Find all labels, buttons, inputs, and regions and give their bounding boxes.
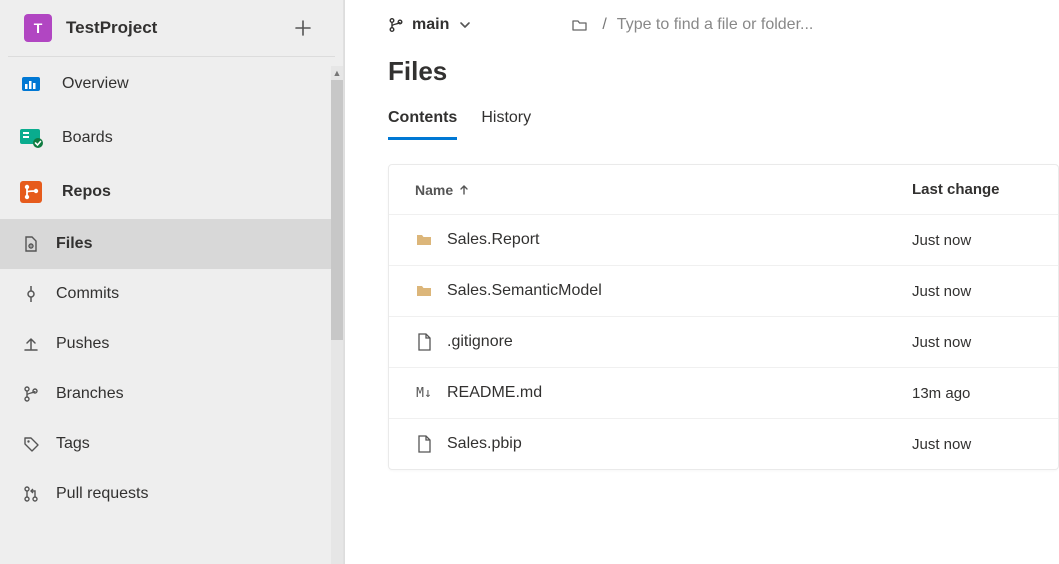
- subnav-files[interactable]: Files: [0, 219, 343, 269]
- tags-icon: [20, 433, 42, 455]
- breadcrumb-separator: /: [602, 16, 606, 34]
- main-content: main / Files Contents History Name Last …: [344, 0, 1059, 564]
- file-name: Sales.pbip: [447, 435, 522, 453]
- file-icon: [415, 333, 433, 351]
- subnav-branches[interactable]: Branches: [0, 369, 343, 419]
- tab-contents[interactable]: Contents: [388, 109, 457, 140]
- root-folder-icon[interactable]: [571, 17, 588, 34]
- file-last-change: Just now: [912, 232, 1032, 249]
- pull-requests-icon: [20, 483, 42, 505]
- branch-icon: [388, 17, 404, 33]
- file-row[interactable]: Sales.SemanticModel Just now: [389, 265, 1058, 316]
- file-last-change: Just now: [912, 436, 1032, 453]
- subnav-label: Tags: [56, 435, 90, 453]
- file-name: README.md: [447, 384, 542, 402]
- top-bar: main /: [344, 0, 1059, 34]
- files-icon: [20, 233, 42, 255]
- subnav-pushes[interactable]: Pushes: [0, 319, 343, 369]
- repos-subnav: Files Commits Pushes Branches Tags: [0, 219, 343, 519]
- file-row[interactable]: .gitignore Just now: [389, 316, 1058, 367]
- add-button[interactable]: [295, 20, 319, 36]
- file-icon: [415, 435, 433, 453]
- file-last-change: Just now: [912, 283, 1032, 300]
- repos-icon: [18, 179, 44, 205]
- file-name: Sales.Report: [447, 231, 540, 249]
- sidebar: T TestProject Overview Boards Repos Fi: [0, 0, 344, 564]
- file-row[interactable]: Sales.Report Just now: [389, 214, 1058, 265]
- folder-icon: [415, 231, 433, 249]
- pushes-icon: [20, 333, 42, 355]
- subnav-label: Commits: [56, 285, 119, 303]
- branch-selector[interactable]: main: [388, 16, 471, 34]
- nav-label: Boards: [62, 129, 113, 147]
- file-name: Sales.SemanticModel: [447, 282, 602, 300]
- file-table-header: Name Last change: [389, 165, 1058, 214]
- plus-icon: [295, 20, 319, 36]
- column-last-change-header[interactable]: Last change: [912, 181, 1032, 198]
- column-name-header[interactable]: Name: [415, 182, 912, 198]
- commits-icon: [20, 283, 42, 305]
- subnav-commits[interactable]: Commits: [0, 269, 343, 319]
- project-avatar: T: [24, 14, 52, 42]
- scrollbar-thumb[interactable]: [331, 80, 343, 340]
- sidebar-scrollbar[interactable]: ▲: [331, 66, 343, 564]
- project-header[interactable]: T TestProject: [8, 0, 335, 57]
- project-title: TestProject: [66, 18, 295, 38]
- file-row[interactable]: Sales.pbip Just now: [389, 418, 1058, 469]
- folder-icon: [415, 282, 433, 300]
- subnav-label: Branches: [56, 385, 124, 403]
- nav-boards[interactable]: Boards: [0, 111, 343, 165]
- file-table: Name Last change Sales.Report Just now: [388, 164, 1059, 470]
- nav-label: Overview: [62, 75, 129, 93]
- subnav-label: Pull requests: [56, 485, 149, 503]
- subnav-tags[interactable]: Tags: [0, 419, 343, 469]
- file-search-input[interactable]: [617, 16, 917, 34]
- branch-name: main: [412, 16, 449, 34]
- page-title: Files: [388, 56, 1059, 87]
- nav-label: Repos: [62, 183, 111, 201]
- sort-ascending-icon: [459, 185, 469, 195]
- overview-icon: [18, 71, 44, 97]
- file-name: .gitignore: [447, 333, 513, 351]
- subnav-pull-requests[interactable]: Pull requests: [0, 469, 343, 519]
- nav-repos[interactable]: Repos: [0, 165, 343, 219]
- content-tabs: Contents History: [388, 109, 1059, 140]
- divider: [344, 0, 345, 564]
- tab-history[interactable]: History: [481, 109, 531, 140]
- file-last-change: 13m ago: [912, 385, 1032, 402]
- file-last-change: Just now: [912, 334, 1032, 351]
- column-name-label: Name: [415, 182, 453, 198]
- branches-icon: [20, 383, 42, 405]
- subnav-label: Pushes: [56, 335, 109, 353]
- file-row[interactable]: M↓ README.md 13m ago: [389, 367, 1058, 418]
- chevron-down-icon: [459, 19, 471, 31]
- markdown-icon: M↓: [415, 384, 433, 402]
- boards-icon: [18, 125, 44, 151]
- scroll-up-arrow[interactable]: ▲: [331, 66, 343, 80]
- subnav-label: Files: [56, 235, 92, 253]
- nav-overview[interactable]: Overview: [0, 57, 343, 111]
